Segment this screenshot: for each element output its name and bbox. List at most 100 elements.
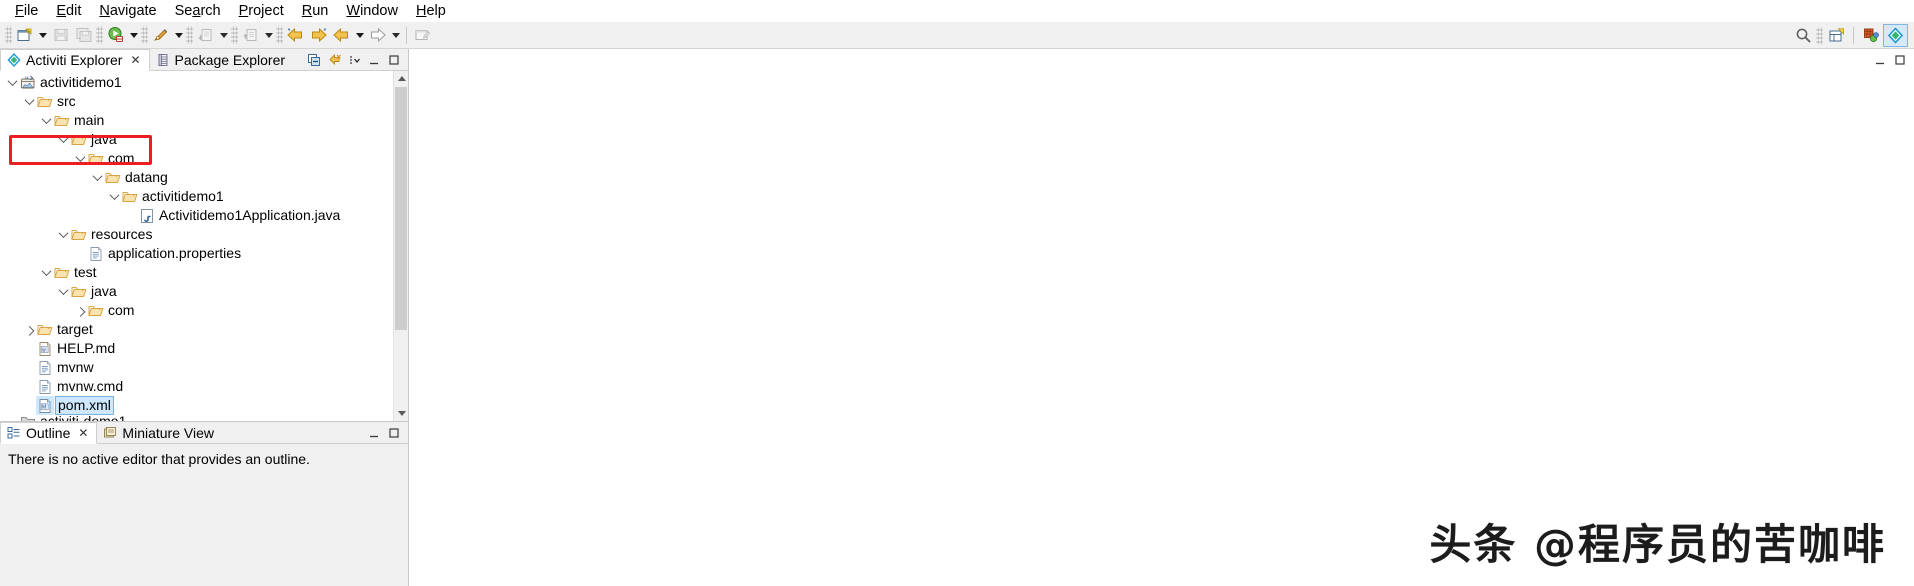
open-type-dropdown-arrow[interactable] [262, 24, 275, 46]
tab-activiti-explorer[interactable]: Activiti Explorer ✕ [0, 49, 150, 71]
tree-item[interactable]: application.properties [1, 244, 393, 263]
menu-item-run[interactable]: Run [293, 0, 338, 22]
save-icon[interactable] [49, 24, 72, 46]
chevron-right-icon[interactable] [22, 320, 36, 339]
maximize-icon[interactable] [1892, 52, 1908, 68]
tab-package-explorer[interactable]: Package Explorer [150, 49, 294, 70]
tree-item[interactable]: resources [1, 225, 393, 244]
tree-item-label: java [91, 131, 117, 147]
scroll-down-icon[interactable] [394, 406, 408, 421]
tree-item[interactable]: activiti-demo1 [1, 412, 393, 422]
tree-item[interactable]: java [1, 282, 393, 301]
chevron-down-icon[interactable] [56, 282, 70, 301]
forward-dropdown-arrow[interactable] [389, 24, 402, 46]
new-icon[interactable] [13, 24, 36, 46]
minimize-icon[interactable] [1872, 52, 1888, 68]
save-all-icon[interactable] [72, 24, 95, 46]
close-icon[interactable]: ✕ [130, 54, 140, 66]
chevron-down-icon[interactable] [73, 149, 87, 168]
folder-icon [53, 263, 71, 282]
open-perspective-icon[interactable] [1824, 24, 1849, 47]
scroll-up-icon[interactable] [394, 71, 408, 86]
tree-item[interactable]: mvnw.cmd [1, 377, 393, 396]
tree-item[interactable]: datang [1, 168, 393, 187]
tree-vertical-scrollbar[interactable] [393, 71, 408, 421]
maximize-icon[interactable] [385, 424, 403, 442]
scrollbar-thumb[interactable] [395, 87, 407, 330]
chevron-down-icon[interactable] [90, 168, 104, 187]
text-file-icon [36, 377, 54, 396]
minimize-icon[interactable] [365, 51, 383, 69]
back-icon[interactable] [330, 24, 353, 46]
tree-item[interactable]: com [1, 149, 393, 168]
menu-item-project[interactable]: Project [230, 0, 293, 22]
debug-dropdown-arrow[interactable] [172, 24, 185, 46]
tab-miniature-view[interactable]: Miniature View [97, 422, 222, 443]
minimize-icon[interactable] [365, 424, 383, 442]
menu-item-navigate[interactable]: Navigate [90, 0, 165, 22]
activiti-diamond-icon [7, 53, 21, 67]
chevron-down-icon[interactable] [107, 187, 121, 206]
close-icon[interactable]: ✕ [78, 427, 88, 439]
chevron-down-icon[interactable] [22, 92, 36, 111]
chevron-down-icon[interactable] [39, 263, 53, 282]
project-tree[interactable]: Mactivitidemo1 src main java com datang activi… [1, 71, 393, 421]
maximize-icon[interactable] [385, 51, 403, 69]
svg-text:w: w [42, 347, 46, 353]
activiti-perspective-icon[interactable] [1883, 24, 1908, 47]
menu-item-edit[interactable]: Edit [47, 0, 90, 22]
tree-item[interactable]: test [1, 263, 393, 282]
tree-item-label: com [108, 150, 135, 166]
debug-perspective-icon[interactable] [1858, 24, 1883, 47]
external-tools-icon[interactable] [194, 24, 217, 46]
new-editor-icon[interactable] [411, 24, 434, 46]
chevron-down-icon[interactable] [56, 225, 70, 244]
collapse-all-icon[interactable] [305, 51, 323, 69]
chevron-down-icon[interactable] [5, 73, 19, 92]
tab-outline[interactable]: Outline ✕ [0, 422, 98, 444]
tree-item-label: target [57, 321, 93, 337]
next-annotation-icon[interactable] [307, 24, 330, 46]
forward-icon[interactable] [366, 24, 389, 46]
tree-item[interactable]: activitidemo1 [1, 187, 393, 206]
previous-annotation-icon[interactable] [284, 24, 307, 46]
menu-item-search[interactable]: Search [166, 0, 230, 22]
main-toolbar [0, 22, 1914, 49]
chevron-right-icon[interactable] [73, 301, 87, 320]
tree-item[interactable]: com [1, 301, 393, 320]
external-tools-dropdown-arrow[interactable] [217, 24, 230, 46]
search-icon[interactable] [1792, 25, 1815, 47]
link-with-editor-icon[interactable] [325, 51, 343, 69]
tree-item-label: activiti-demo1 [40, 412, 127, 422]
left-column: Activiti Explorer ✕ Package Explorer M a… [0, 49, 409, 586]
debug-icon[interactable] [149, 24, 172, 46]
explorer-view-part: Activiti Explorer ✕ Package Explorer M a… [0, 49, 408, 421]
tree-item[interactable]: mvnw [1, 358, 393, 377]
menu-item-file[interactable]: File [6, 0, 47, 22]
tree-item[interactable]: java [1, 130, 393, 149]
perspective-bar-handle[interactable] [1816, 26, 1823, 45]
toolbar-drag-handle[interactable] [5, 26, 12, 44]
workbench: Activiti Explorer ✕ Package Explorer M a… [0, 49, 1914, 586]
back-dropdown-arrow[interactable] [353, 24, 366, 46]
tree-item[interactable]: w HELP.md [1, 339, 393, 358]
tree-item[interactable]: src [1, 92, 393, 111]
menu-item-window[interactable]: Window [337, 0, 407, 22]
view-menu-icon[interactable] [345, 51, 363, 69]
tree-item[interactable]: main [1, 111, 393, 130]
closed-project-icon [19, 412, 37, 421]
tree-item[interactable]: target [1, 320, 393, 339]
tree-item[interactable]: Mactivitidemo1 [1, 73, 393, 92]
menu-item-help[interactable]: Help [407, 0, 455, 22]
open-type-icon[interactable] [239, 24, 262, 46]
new-dropdown-arrow[interactable] [36, 24, 49, 46]
run-dropdown-arrow[interactable] [127, 24, 140, 46]
chevron-down-icon[interactable] [39, 111, 53, 130]
tree-item[interactable]: Activitidemo1Application.java [1, 206, 393, 225]
tree-item-label: application.properties [108, 245, 242, 261]
tree-item-label: test [74, 264, 97, 280]
run-icon[interactable] [104, 24, 127, 46]
toolbar-separator-2 [141, 26, 148, 44]
chevron-down-icon[interactable] [56, 130, 70, 149]
